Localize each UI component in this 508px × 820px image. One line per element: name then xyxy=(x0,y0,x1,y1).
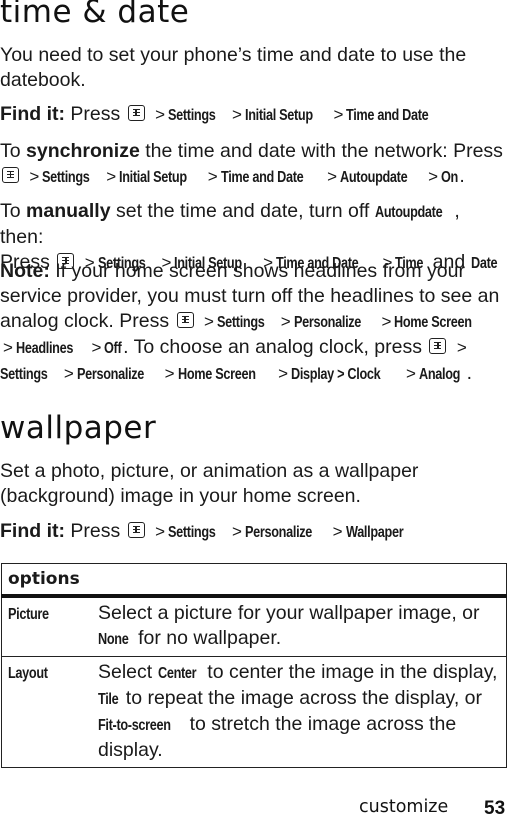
menu-path-item: Settings xyxy=(168,107,216,124)
menu-path: > Settings > Initial Setup > Time and Date xyxy=(152,103,444,125)
press-text: Press xyxy=(70,103,121,125)
wallpaper-intro: Set a photo, picture, or animation as a … xyxy=(0,460,419,507)
options-table-header: options xyxy=(1,563,507,598)
menu-key-icon xyxy=(127,105,145,121)
section-title-wallpaper: wallpaper xyxy=(0,410,157,446)
table-row: Layout Select Center to center the image… xyxy=(1,656,507,768)
option-name: Picture xyxy=(1,596,92,657)
menu-path-item: Personalize xyxy=(76,366,144,383)
menu-path-item: Time and Date xyxy=(346,107,429,124)
menu-path-item: Wallpaper xyxy=(345,524,404,541)
menu-key-icon xyxy=(127,522,145,538)
path-separator: > xyxy=(280,312,291,331)
menu-key-icon xyxy=(2,167,19,183)
keyword-manually: manually xyxy=(26,200,111,222)
option-value: Tile xyxy=(98,691,119,708)
path-separator: > xyxy=(231,105,242,124)
menu-path-item: Analog xyxy=(418,366,461,383)
text: . xyxy=(466,362,473,384)
text: . To choose an analog clock, press xyxy=(123,336,422,358)
text: . xyxy=(459,165,465,187)
path-separator: > xyxy=(207,167,218,186)
text: set the time and date, turn off xyxy=(116,200,370,222)
menu-path-item: Off xyxy=(104,340,122,357)
option-description: Select a picture for your wallpaper imag… xyxy=(92,596,507,657)
menu-path-item: Initial Setup xyxy=(119,169,187,186)
option-value: Fit-to-screen xyxy=(98,717,171,734)
table-row: Picture Select a picture for your wallpa… xyxy=(1,596,507,657)
text: To xyxy=(0,200,21,222)
time-date-find-it: Find it: Press > Settings > Initial Setup … xyxy=(0,102,505,128)
text: to repeat the image across the display, … xyxy=(120,687,483,709)
path-separator: > xyxy=(278,364,289,383)
menu-path-item: Display > Clock xyxy=(291,366,381,383)
page-number: 53 xyxy=(484,798,506,819)
option-value: Center xyxy=(157,665,197,682)
option-name-text: Picture xyxy=(8,606,49,623)
path-separator: > xyxy=(164,364,175,383)
path-separator: > xyxy=(155,522,166,541)
footer-section-label: customize xyxy=(359,797,449,817)
menu-key-icon xyxy=(176,312,194,328)
path-separator: > xyxy=(381,312,392,331)
path-separator: > xyxy=(63,364,74,383)
menu-path-item: Personalize xyxy=(244,524,312,541)
path-separator: > xyxy=(406,364,416,383)
menu-path-item: Home Screen xyxy=(177,366,256,383)
text: To xyxy=(0,140,21,162)
path-separator: > xyxy=(231,522,242,541)
path-separator: > xyxy=(327,167,338,186)
wallpaper-find-it: Find it: Press > Settings > Personalize > W… xyxy=(0,519,505,545)
option-description: Select Center to center the image in the… xyxy=(92,656,507,768)
section-title-time-date: time & date xyxy=(0,0,190,30)
text: Select xyxy=(98,661,158,683)
menu-path-item: Settings xyxy=(42,169,90,186)
path-separator: > xyxy=(29,167,40,186)
find-it-label: Find it: xyxy=(0,520,65,542)
menu-path-item: Settings xyxy=(0,366,48,383)
setting-autoupdate: Autoupdate xyxy=(374,204,443,221)
path-separator: > xyxy=(428,167,439,186)
menu-path-item: Autoupdate xyxy=(340,169,408,186)
option-name: Layout xyxy=(1,656,92,768)
text: Select a picture for your wallpaper imag… xyxy=(98,602,480,624)
menu-path-item: Headlines xyxy=(15,340,74,357)
menu-path-item: Personalize xyxy=(293,314,361,331)
menu-path-item: On xyxy=(441,169,459,186)
menu-path: > Settings > Initial Setup > Time and Date … xyxy=(26,165,459,187)
text: to center the image in the display, xyxy=(201,661,498,683)
note: Note: If your home screen shows headline… xyxy=(0,259,505,387)
path-separator: > xyxy=(91,338,102,357)
text: for no wallpaper. xyxy=(132,627,282,649)
path-separator: > xyxy=(3,338,13,357)
option-name-text: Layout xyxy=(8,665,48,682)
text: the time and date with the network: Pres… xyxy=(145,140,503,162)
synchronize-instructions: To synchronize the time and date with th… xyxy=(0,139,505,190)
menu-path-item: Time and Date xyxy=(220,169,304,186)
menu-path-item: Home Screen xyxy=(394,314,473,331)
path-separator: > xyxy=(333,105,344,124)
menu-path-item: Initial Setup xyxy=(244,107,313,124)
path-separator: > xyxy=(155,105,166,124)
path-separator: > xyxy=(456,338,467,357)
find-it-label: Find it: xyxy=(0,103,65,125)
options-table: options Picture Select a picture for you… xyxy=(1,563,507,768)
path-separator: > xyxy=(203,312,214,331)
menu-path-item: Settings xyxy=(168,524,216,541)
note-label: Note: xyxy=(0,260,50,282)
path-separator: > xyxy=(106,167,117,186)
option-value: None xyxy=(98,631,129,648)
time-date-intro: You need to set your phone’s time and da… xyxy=(0,44,467,91)
path-separator: > xyxy=(332,522,343,541)
menu-path: > Settings > Personalize > Wallpaper xyxy=(152,520,413,542)
menu-key-icon xyxy=(429,338,447,354)
menu-path-item: Settings xyxy=(216,314,265,331)
press-text: Press xyxy=(70,520,121,542)
keyword-synchronize: synchronize xyxy=(26,140,140,162)
